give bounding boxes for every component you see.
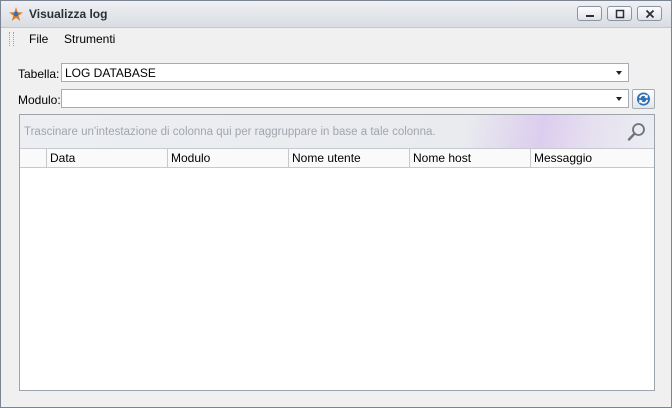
app-icon bbox=[9, 7, 23, 21]
log-viewer-window: Visualizza log File Strumenti Tabella: L… bbox=[0, 0, 672, 408]
maximize-icon bbox=[615, 9, 625, 19]
search-icon[interactable] bbox=[626, 121, 648, 143]
group-panel-hint: Trascinare un'intestazione di colonna qu… bbox=[24, 126, 436, 138]
tabella-combo[interactable]: LOG DATABASE bbox=[61, 63, 629, 82]
tabella-value: LOG DATABASE bbox=[65, 66, 156, 80]
log-grid[interactable]: Trascinare un'intestazione di colonna qu… bbox=[19, 114, 655, 391]
menu-grip[interactable] bbox=[9, 32, 14, 46]
close-button[interactable] bbox=[637, 6, 662, 21]
refresh-icon bbox=[637, 92, 650, 106]
column-header-data[interactable]: Data bbox=[46, 149, 167, 167]
tabella-label: Tabella: bbox=[18, 67, 60, 81]
row-indicator-header bbox=[20, 149, 46, 167]
column-header-row: Data Modulo Nome utente Nome host Messag… bbox=[20, 148, 654, 168]
column-header-nome-utente[interactable]: Nome utente bbox=[288, 149, 409, 167]
column-header-nome-host[interactable]: Nome host bbox=[409, 149, 530, 167]
column-header-messaggio[interactable]: Messaggio bbox=[530, 149, 654, 167]
menu-file[interactable]: File bbox=[29, 32, 48, 46]
maximize-button[interactable] bbox=[607, 6, 632, 21]
modulo-label: Modulo: bbox=[18, 93, 61, 107]
column-header-modulo[interactable]: Modulo bbox=[167, 149, 288, 167]
menu-bar: File Strumenti bbox=[1, 28, 671, 50]
menu-strumenti[interactable]: Strumenti bbox=[64, 32, 115, 46]
group-by-panel[interactable]: Trascinare un'intestazione di colonna qu… bbox=[20, 115, 654, 148]
title-bar[interactable]: Visualizza log bbox=[1, 1, 671, 28]
minimize-icon bbox=[586, 15, 594, 17]
chevron-down-icon[interactable] bbox=[616, 71, 622, 75]
close-icon bbox=[645, 9, 655, 19]
refresh-button[interactable] bbox=[632, 89, 655, 109]
modulo-combo[interactable] bbox=[61, 89, 629, 108]
minimize-button[interactable] bbox=[577, 6, 602, 21]
window-title: Visualizza log bbox=[29, 7, 108, 21]
chevron-down-icon[interactable] bbox=[616, 97, 622, 101]
